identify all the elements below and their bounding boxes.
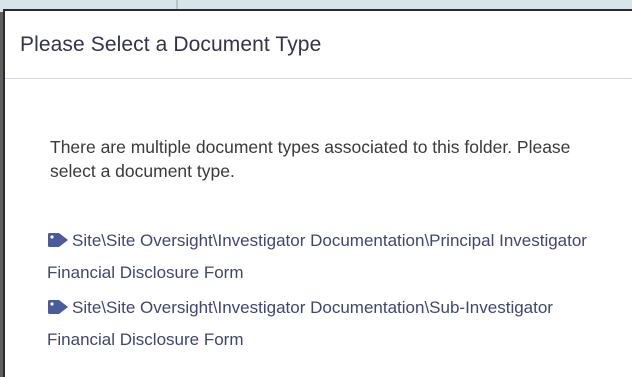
tag-icon (48, 300, 68, 314)
document-type-list: Site\Site Oversight\Investigator Documen… (47, 225, 602, 356)
document-type-label: Site\Site Oversight\Investigator Documen… (47, 231, 587, 282)
document-type-option-principal-investigator[interactable]: Site\Site Oversight\Investigator Documen… (47, 225, 602, 289)
document-type-label: Site\Site Oversight\Investigator Documen… (47, 298, 553, 349)
dialog-body: There are multiple document types associ… (5, 79, 632, 356)
dialog-header: Please Select a Document Type (5, 11, 632, 79)
dialog-title: Please Select a Document Type (20, 32, 322, 56)
tag-icon (48, 233, 68, 247)
select-document-type-dialog: Please Select a Document Type There are … (3, 9, 632, 377)
dialog-message: There are multiple document types associ… (50, 137, 571, 181)
document-type-option-sub-investigator[interactable]: Site\Site Oversight\Investigator Documen… (47, 292, 602, 356)
